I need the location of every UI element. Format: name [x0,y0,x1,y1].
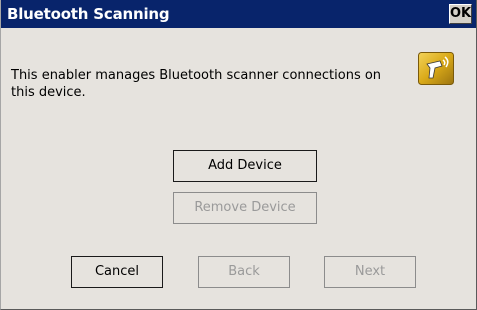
next-button[interactable]: Next [324,256,416,288]
description-text: This enabler manages Bluetooth scanner c… [11,68,382,100]
window-title: Bluetooth Scanning [7,5,170,23]
back-button[interactable]: Back [198,256,290,288]
cancel-button[interactable]: Cancel [71,256,163,288]
bluetooth-scanner-icon [418,52,454,85]
add-device-button[interactable]: Add Device [173,150,317,182]
ok-button[interactable]: OK [449,4,472,24]
title-bar: Bluetooth Scanning OK [1,0,476,28]
remove-device-button[interactable]: Remove Device [173,192,317,224]
dialog-window: Bluetooth Scanning OK This enabler manag… [0,0,477,310]
